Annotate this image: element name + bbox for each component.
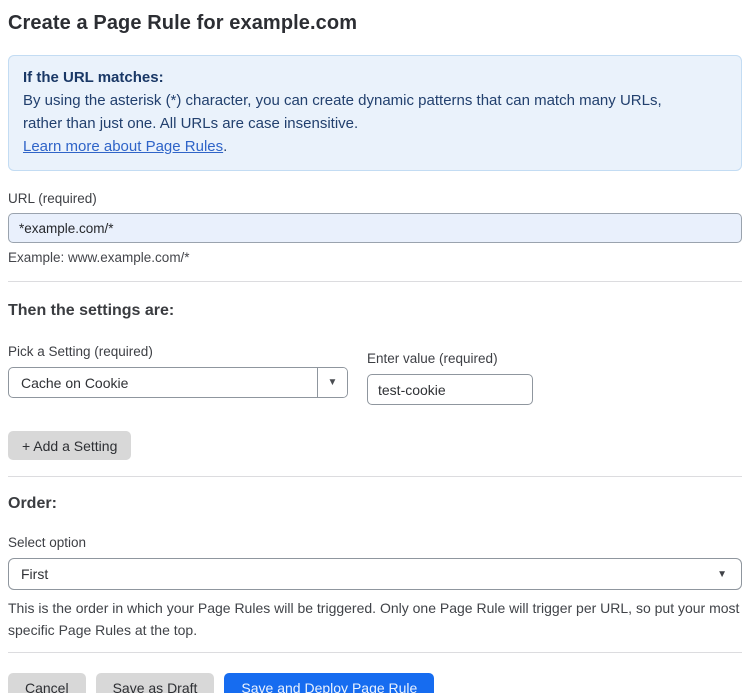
add-setting-button[interactable]: + Add a Setting bbox=[8, 431, 132, 460]
divider bbox=[8, 652, 742, 653]
settings-row: Pick a Setting (required) Cache on Cooki… bbox=[8, 344, 742, 405]
url-input[interactable] bbox=[8, 213, 742, 243]
order-selected-value: First bbox=[21, 566, 49, 582]
order-select-label: Select option bbox=[8, 535, 87, 550]
learn-more-link[interactable]: Learn more about Page Rules bbox=[23, 138, 223, 155]
order-select-dropdown[interactable]: First ▼ bbox=[8, 558, 742, 590]
url-field-label: URL (required) bbox=[8, 191, 97, 206]
setting-picker-label: Pick a Setting (required) bbox=[8, 344, 153, 359]
info-box-link-line: Learn more about Page Rules. bbox=[23, 135, 727, 158]
cancel-button[interactable]: Cancel bbox=[8, 673, 86, 693]
page-rule-form: Create a Page Rule for example.com If th… bbox=[0, 0, 750, 693]
setting-picker-group: Pick a Setting (required) Cache on Cooki… bbox=[8, 344, 348, 398]
url-example-text: Example: www.example.com/* bbox=[8, 250, 190, 265]
order-description-text: This is the order in which your Page Rul… bbox=[8, 600, 740, 638]
info-box-heading: If the URL matches: bbox=[23, 69, 164, 86]
setting-picker-dropdown[interactable]: Cache on Cookie ▼ bbox=[8, 367, 348, 398]
order-section-heading: Order: bbox=[8, 495, 57, 512]
setting-value-group: Enter value (required) bbox=[367, 351, 533, 405]
link-suffix: . bbox=[223, 138, 228, 155]
divider bbox=[8, 281, 742, 282]
setting-picker-selected-value: Cache on Cookie bbox=[21, 374, 129, 391]
save-and-deploy-button[interactable]: Save and Deploy Page Rule bbox=[224, 673, 435, 693]
info-box-body-line-2: rather than just one. All URLs are case … bbox=[23, 115, 359, 132]
save-as-draft-button[interactable]: Save as Draft bbox=[95, 673, 215, 693]
url-match-info-box: If the URL matches: By using the asteris… bbox=[8, 55, 742, 171]
chevron-down-icon: ▼ bbox=[717, 568, 727, 580]
page-title: Create a Page Rule for example.com bbox=[8, 12, 358, 34]
chevron-down-icon[interactable]: ▼ bbox=[317, 368, 347, 397]
setting-value-label: Enter value (required) bbox=[367, 351, 498, 366]
footer-actions: Cancel Save as Draft Save and Deploy Pag… bbox=[8, 673, 742, 693]
setting-value-input[interactable] bbox=[367, 374, 533, 405]
divider bbox=[8, 476, 742, 477]
info-box-body-line-1: By using the asterisk (*) character, you… bbox=[23, 92, 662, 109]
settings-section-heading: Then the settings are: bbox=[8, 302, 175, 319]
